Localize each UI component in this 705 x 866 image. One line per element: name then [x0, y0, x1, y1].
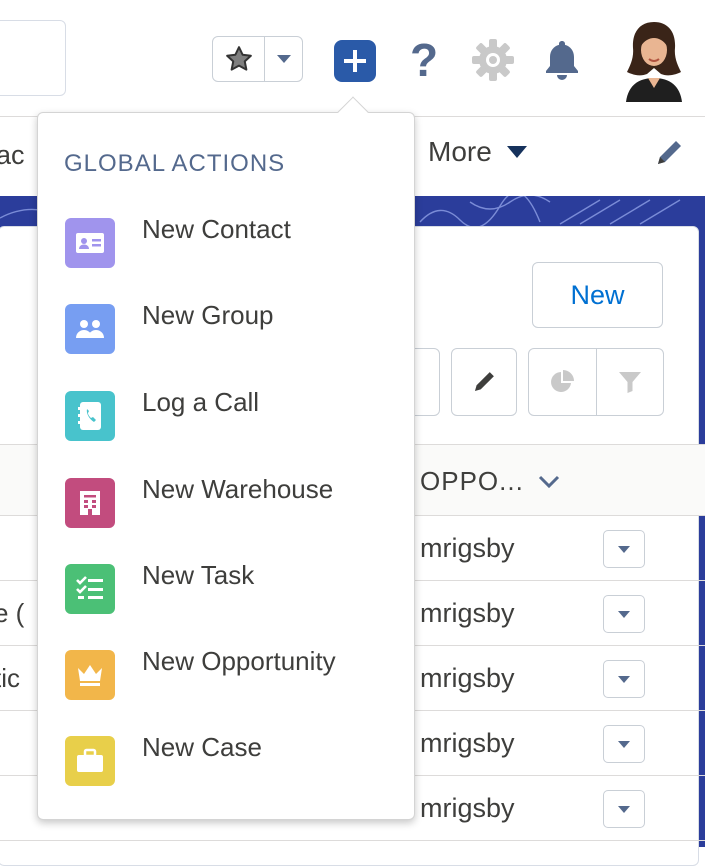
chart-button[interactable] — [529, 349, 597, 415]
dropdown-title: GLOBAL ACTIONS — [64, 150, 286, 177]
help-icon: ? — [409, 34, 439, 86]
row-owner-cell: mrigsby — [420, 598, 515, 628]
action-label: New Contact — [142, 214, 291, 244]
new-record-label: New — [570, 279, 625, 310]
chevron-down-icon[interactable] — [538, 475, 560, 489]
filter-icon — [618, 372, 641, 393]
row-owner-cell: mrigsby — [420, 663, 515, 693]
inline-edit-button[interactable] — [451, 348, 517, 416]
warehouse-icon — [65, 478, 115, 528]
action-label: New Case — [142, 732, 262, 762]
action-label: New Task — [142, 560, 255, 590]
row-cell-partial: e ( — [0, 598, 25, 628]
notifications-button[interactable] — [536, 34, 588, 86]
edit-nav-button[interactable] — [652, 136, 688, 172]
row-owner-cell: mrigsby — [420, 533, 515, 563]
global-actions-button[interactable] — [334, 40, 376, 82]
caret-down-icon — [618, 805, 630, 813]
opportunity-crown-icon — [65, 650, 115, 700]
action-new-group[interactable]: New Group — [60, 298, 400, 360]
pie-chart-icon — [551, 370, 575, 392]
caret-down-icon — [618, 545, 630, 553]
caret-down-icon — [618, 610, 630, 618]
new-record-button[interactable]: New — [532, 262, 663, 328]
avatar-image — [626, 22, 682, 102]
row-actions-button[interactable] — [603, 660, 645, 698]
case-briefcase-icon — [65, 736, 115, 786]
nav-more-menu[interactable]: More — [428, 136, 528, 168]
action-label: Log a Call — [142, 387, 260, 417]
action-label: New Warehouse — [142, 474, 334, 504]
star-icon — [225, 46, 252, 71]
caret-down-icon — [618, 675, 630, 683]
action-new-task[interactable]: New Task — [60, 558, 400, 620]
plus-icon — [344, 50, 366, 72]
setup-button[interactable] — [466, 32, 520, 88]
row-owner-cell: mrigsby — [420, 728, 515, 758]
bell-icon — [546, 41, 578, 80]
user-avatar[interactable] — [616, 18, 692, 102]
action-label: New Opportunity — [142, 646, 336, 676]
filter-button[interactable] — [597, 349, 664, 415]
action-new-contact[interactable]: New Contact — [60, 212, 400, 274]
nav-item-partial[interactable]: ac — [0, 140, 25, 171]
global-search-input[interactable] — [0, 20, 66, 96]
action-new-case[interactable]: New Case — [60, 730, 400, 792]
chart-filter-button-group — [528, 348, 664, 416]
caret-down-icon — [506, 146, 527, 158]
favorites-star-button[interactable] — [213, 37, 265, 81]
row-actions-button[interactable] — [603, 595, 645, 633]
caret-down-icon — [618, 740, 630, 748]
column-header-label: OPPO... — [420, 466, 524, 496]
row-actions-button[interactable] — [603, 725, 645, 763]
action-new-opportunity[interactable]: New Opportunity — [60, 644, 400, 706]
group-icon — [65, 304, 115, 354]
task-icon — [65, 564, 115, 614]
favorites-button-group — [212, 36, 303, 82]
nav-more-label: More — [428, 136, 492, 167]
pencil-icon — [658, 141, 681, 164]
row-cell-partial: tic — [0, 663, 20, 693]
log-call-icon — [65, 391, 115, 441]
action-log-a-call[interactable]: Log a Call — [60, 385, 400, 447]
favorites-menu-button[interactable] — [265, 37, 302, 81]
action-label: New Group — [142, 300, 274, 330]
caret-down-icon — [276, 55, 291, 63]
column-header-opportunity-owner[interactable]: OPPO... — [420, 466, 560, 497]
gear-icon — [472, 39, 514, 81]
action-new-warehouse[interactable]: New Warehouse — [60, 472, 400, 534]
row-owner-cell: mrigsby — [420, 793, 515, 823]
row-actions-button[interactable] — [603, 790, 645, 828]
contact-card-icon — [65, 218, 115, 268]
row-actions-button[interactable] — [603, 530, 645, 568]
help-button[interactable]: ? — [402, 32, 446, 88]
pencil-icon — [474, 372, 494, 392]
